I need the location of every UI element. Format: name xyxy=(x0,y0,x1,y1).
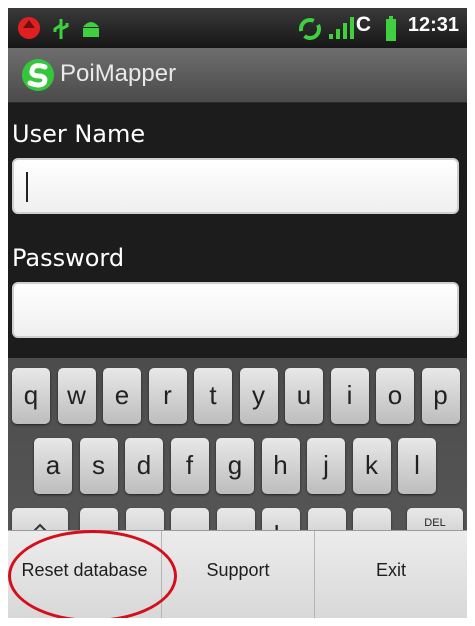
key-r[interactable]: r xyxy=(148,368,187,424)
delete-key-label: DEL xyxy=(424,517,446,529)
exit-menu-item[interactable]: Exit xyxy=(315,531,467,618)
status-time: 12:31 xyxy=(407,14,459,36)
app-title-bar: PoiMapper xyxy=(8,48,467,103)
key-i[interactable]: i xyxy=(330,368,369,424)
key-p[interactable]: p xyxy=(421,368,460,424)
usb-icon xyxy=(53,19,69,39)
carrier-indicator: C xyxy=(355,13,371,36)
key-h[interactable]: h xyxy=(261,438,300,494)
key-y[interactable]: y xyxy=(239,368,278,424)
app-notification-icon xyxy=(18,17,40,39)
key-d[interactable]: d xyxy=(125,438,163,494)
reset-database-menu-item[interactable]: Reset database xyxy=(8,531,161,618)
key-o[interactable]: o xyxy=(376,368,414,424)
key-g[interactable]: g xyxy=(216,438,254,494)
app-title: PoiMapper xyxy=(60,60,177,87)
key-w[interactable]: w xyxy=(57,368,96,424)
username-label: User Name xyxy=(12,120,146,148)
sync-icon xyxy=(299,18,321,40)
password-label: Password xyxy=(12,244,125,272)
key-s[interactable]: s xyxy=(79,438,118,494)
key-a[interactable]: a xyxy=(34,438,72,494)
android-icon xyxy=(83,22,99,37)
battery-icon xyxy=(386,16,396,41)
key-k[interactable]: k xyxy=(352,438,391,494)
options-menu: Reset database Support Exit xyxy=(8,530,467,618)
key-f[interactable]: f xyxy=(170,438,209,494)
key-q[interactable]: q xyxy=(12,368,50,424)
password-field[interactable] xyxy=(12,282,459,338)
text-cursor xyxy=(26,172,28,202)
key-e[interactable]: e xyxy=(103,368,141,424)
status-bar: C 12:31 xyxy=(8,8,467,48)
support-menu-item[interactable]: Support xyxy=(162,531,314,618)
key-j[interactable]: j xyxy=(307,438,345,494)
key-t[interactable]: t xyxy=(194,368,232,424)
poimapper-logo-icon xyxy=(22,59,54,91)
key-l[interactable]: l xyxy=(398,438,436,494)
username-field[interactable] xyxy=(12,158,459,214)
phone-screen: C 12:31 PoiMapper User Name Password qwe… xyxy=(8,8,467,618)
signal-icon xyxy=(329,17,354,39)
key-u[interactable]: u xyxy=(285,368,323,424)
